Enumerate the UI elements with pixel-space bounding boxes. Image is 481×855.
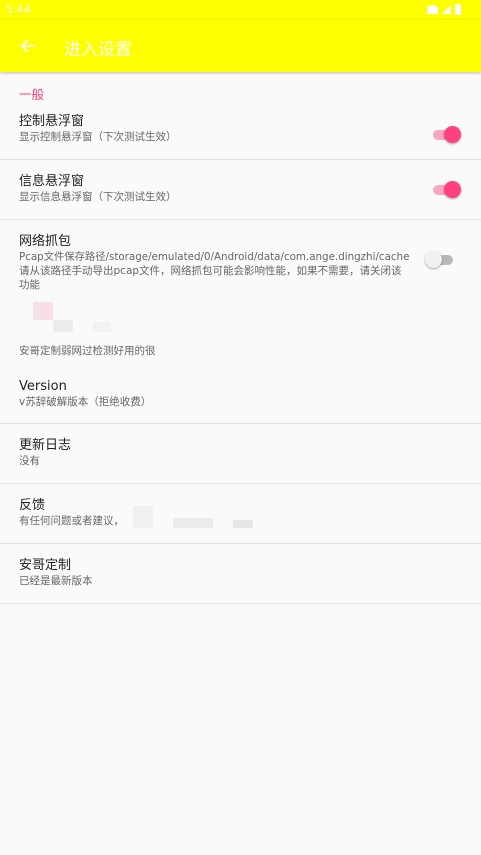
blurred-text — [173, 518, 213, 528]
blurred-text — [233, 520, 253, 528]
switch-thumb — [444, 125, 461, 143]
settings-list: 一般 控制悬浮窗 显示控制悬浮窗（下次测试生效） 信息悬浮窗 显示信息悬浮窗（下… — [0, 72, 481, 604]
category-general: 一般 — [19, 87, 45, 102]
pref-title: 网络抓包 — [19, 234, 72, 249]
pref-summary: 有任何问题或者建议， — [19, 515, 124, 527]
control-float-switch[interactable] — [433, 124, 461, 146]
pref-title: 更新日志 — [19, 438, 72, 453]
pref-feedback[interactable]: 反馈 有任何问题或者建议， — [0, 484, 481, 544]
back-button[interactable] — [8, 26, 48, 66]
pref-summary: v苏辞破解版本（拒绝收费） — [19, 396, 152, 408]
pref-summary: 安哥定制弱网过检测好用的很 — [19, 345, 156, 357]
status-icons — [427, 4, 461, 15]
pref-summary: 显示信息悬浮窗（下次测试生效） — [19, 191, 177, 203]
pref-summary-path: Pcap文件保存路径/storage/emulated/0/Android/da… — [19, 251, 410, 263]
pref-changelog[interactable]: 更新日志 没有 — [0, 424, 481, 484]
battery-icon — [455, 4, 461, 15]
pref-title: 安哥定制 — [19, 558, 72, 573]
blurred-text — [133, 506, 153, 528]
network-capture-switch[interactable] — [425, 249, 453, 271]
pref-summary: 显示控制悬浮窗（下次测试生效） — [19, 131, 177, 143]
pref-info-float[interactable]: 信息悬浮窗 显示信息悬浮窗（下次测试生效） — [0, 160, 481, 220]
pref-title: 反馈 — [19, 498, 46, 513]
pref-weak-network[interactable]: 安哥定制弱网过检测好用的很 — [0, 300, 481, 368]
status-time: 5:44 — [6, 3, 31, 16]
pref-version[interactable]: Version v苏辞破解版本（拒绝收费） — [0, 368, 481, 424]
switch-thumb — [444, 180, 461, 198]
app-bar: 进入设置 — [0, 20, 481, 72]
blurred-title — [53, 320, 73, 332]
pref-control-float[interactable]: 控制悬浮窗 显示控制悬浮窗（下次测试生效） — [0, 110, 481, 160]
pref-summary: 没有 — [19, 455, 40, 467]
switch-thumb — [425, 251, 442, 268]
pref-title: 控制悬浮窗 — [19, 114, 85, 129]
status-bar: 5:44 — [0, 0, 481, 20]
info-float-switch[interactable] — [433, 179, 461, 201]
pref-title: 信息悬浮窗 — [19, 174, 85, 189]
pref-title: Version — [19, 379, 67, 394]
pref-summary: 已经是最新版本 — [19, 575, 93, 587]
signal-icon — [442, 5, 451, 14]
page-title: 进入设置 — [64, 40, 132, 60]
blurred-title — [93, 322, 111, 332]
pref-network-capture[interactable]: 网络抓包 Pcap文件保存路径/storage/emulated/0/Andro… — [0, 220, 481, 300]
arrow-left-icon — [20, 39, 35, 53]
pref-summary: 请从该路径手动导出pcap文件，网络抓包可能会影响性能，如果不需要，请关闭该功能 — [19, 265, 402, 291]
blurred-title — [33, 302, 53, 320]
wifi-icon — [427, 5, 438, 14]
pref-custom[interactable]: 安哥定制 已经是最新版本 — [0, 544, 481, 604]
